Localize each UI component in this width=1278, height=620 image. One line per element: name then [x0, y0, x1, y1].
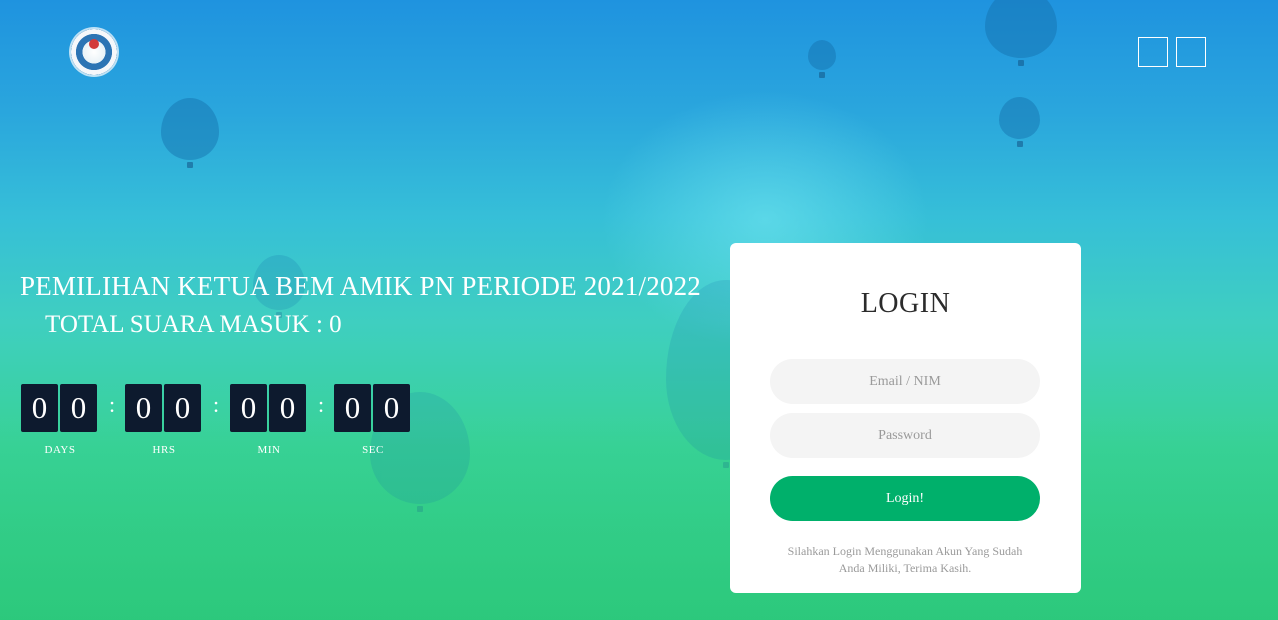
countdown-digit: 0 — [373, 384, 410, 432]
countdown-hours: 0 0 HRS — [125, 384, 203, 456]
login-instruction-text: Silahkan Login Menggunakan Akun Yang Sud… — [770, 543, 1040, 577]
countdown-digit: 0 — [269, 384, 306, 432]
login-note-line: Anda Miliki, Terima Kasih. — [838, 561, 972, 575]
emblem-core — [89, 39, 99, 49]
countdown-digit: 0 — [21, 384, 58, 432]
balloon-decoration — [985, 0, 1057, 66]
countdown-label: DAYS — [44, 444, 76, 456]
countdown-separator: : — [108, 392, 116, 417]
countdown-minutes: 0 0 MIN — [230, 384, 308, 456]
countdown-timer: 0 0 DAYS : 0 0 HRS : 0 0 MIN : 0 0 SEC — [21, 384, 421, 464]
login-note-line: Silahkan Login Menggunakan Akun Yang Sud… — [787, 544, 1023, 558]
login-button[interactable]: Login! — [770, 476, 1040, 521]
countdown-digit: 0 — [60, 384, 97, 432]
nav-square-button-1[interactable] — [1138, 37, 1168, 67]
countdown-digit: 0 — [230, 384, 267, 432]
login-title: LOGIN — [860, 288, 951, 319]
countdown-seconds: 0 0 SEC — [334, 384, 412, 456]
countdown-separator: : — [317, 392, 325, 417]
login-card: LOGIN Login! Silahkan Login Menggunakan … — [730, 243, 1081, 593]
nav-square-button-2[interactable] — [1176, 37, 1206, 67]
password-input[interactable] — [770, 413, 1040, 458]
countdown-label: HRS — [152, 444, 176, 456]
page-title: PEMILIHAN KETUA BEM AMIK PN PERIODE 2021… — [20, 271, 702, 301]
countdown-days: 0 0 DAYS — [21, 384, 99, 456]
vote-total-text: TOTAL SUARA MASUK : 0 — [45, 311, 342, 338]
campus-emblem-icon[interactable] — [71, 29, 117, 75]
email-nim-input[interactable] — [770, 359, 1040, 404]
countdown-digit: 0 — [164, 384, 201, 432]
balloon-decoration — [808, 40, 836, 78]
balloon-decoration — [161, 98, 219, 168]
countdown-digit: 0 — [334, 384, 371, 432]
countdown-digit: 0 — [125, 384, 162, 432]
countdown-label: SEC — [362, 444, 384, 456]
countdown-separator: : — [212, 392, 220, 417]
balloon-decoration — [999, 97, 1040, 147]
countdown-label: MIN — [257, 444, 281, 456]
